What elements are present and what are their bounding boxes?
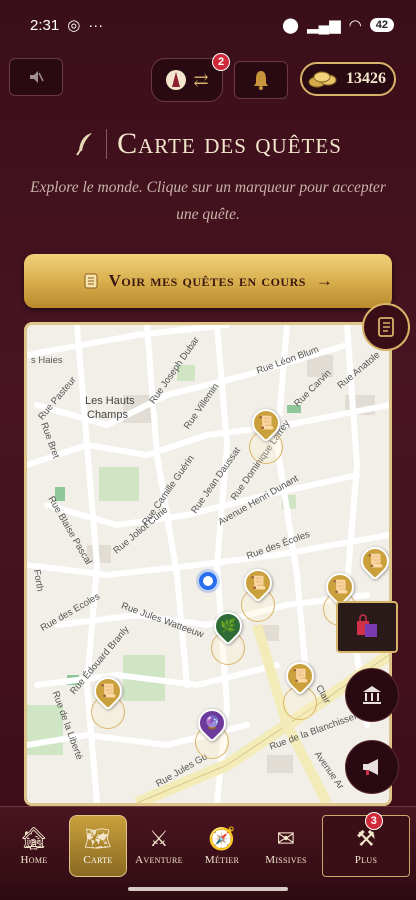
announcements-button[interactable] — [345, 740, 399, 794]
crossed-swords-icon: ⚔ — [148, 825, 170, 851]
nav-carte[interactable]: 🗺 Carte — [69, 815, 127, 877]
nav-home[interactable]: 🏚 Home — [6, 815, 62, 877]
page-header: Carte des quêtes — [0, 122, 416, 166]
swap-button[interactable]: ⇄ 2 — [151, 53, 230, 102]
map-label: Champs — [87, 409, 128, 421]
scroll-icon: 📜 — [99, 683, 117, 698]
book-icon — [378, 317, 394, 337]
house-icon: 🏚 — [19, 825, 49, 851]
status-time: 2:31 — [30, 16, 60, 34]
scroll-icon: 📜 — [249, 575, 267, 590]
bell-button[interactable] — [234, 61, 288, 99]
view-ongoing-quests-button[interactable]: Voir mes quêtes en cours → — [24, 254, 392, 308]
nav-metier[interactable]: 🧭 Métier — [192, 815, 252, 877]
quest-map[interactable]: s Haies Rue Pasteur Les Hauts Champs Rue… — [24, 322, 392, 806]
nav-label: Aventure — [135, 853, 183, 866]
megaphone-icon — [363, 759, 378, 775]
coins-icon — [308, 71, 337, 88]
nav-label: Plus — [354, 853, 378, 866]
status-bar: 2:31 ◎ ··· ⬤ ▂▄▆ ◠ 42 — [0, 0, 416, 50]
page-subtitle: Explore le monde. Clique sur un marqueur… — [30, 179, 386, 223]
bottom-nav: 🏚 Home 🗺 Carte ⚔ Aventure 🧭 Métier ✉ Mis… — [0, 806, 416, 900]
more-dots-icon: ··· — [88, 16, 104, 34]
nav-label: Métier — [204, 853, 240, 866]
top-bar: ⇄ 2 13426 — [0, 53, 416, 102]
battery-icon: 42 — [369, 18, 394, 32]
orb-icon: 🔮 — [203, 715, 221, 730]
leaf-icon: 🌿 — [219, 618, 237, 633]
scroll-icon: 📜 — [257, 415, 275, 430]
speaker-muted-icon — [30, 71, 44, 83]
swap-badge: 2 — [212, 53, 230, 71]
coin-count: 13426 — [346, 70, 386, 87]
quest-journal-button[interactable] — [362, 303, 410, 351]
location-icon: ⬤ — [282, 17, 299, 34]
compass-icon: 🧭 — [208, 825, 236, 851]
nav-label: Carte — [83, 853, 113, 866]
swap-icon: ⇄ — [193, 69, 209, 90]
cta-label: Voir mes quêtes en cours — [108, 271, 306, 290]
shop-button[interactable] — [336, 601, 398, 653]
nav-missives[interactable]: ✉ Missives — [256, 815, 316, 877]
whatsapp-icon: ◎ — [67, 17, 81, 34]
quill-icon — [76, 133, 93, 156]
map-label: Les Hauts — [85, 395, 135, 407]
scroll-icon — [84, 273, 98, 289]
bank-icon — [363, 686, 381, 704]
bank-button[interactable] — [345, 668, 399, 722]
map-icon: 🗺 — [83, 825, 113, 851]
character-icon — [166, 70, 187, 90]
map-label: s Haies — [31, 355, 63, 366]
nav-aventure[interactable]: ⚔ Aventure — [130, 815, 188, 877]
nav-plus[interactable]: ⚒ Plus 3 — [322, 812, 410, 877]
bell-icon — [254, 71, 268, 90]
title-divider — [106, 129, 108, 159]
scroll-icon: 📜 — [331, 579, 349, 594]
shopping-bags-icon — [357, 614, 377, 637]
nav-label: Home — [20, 853, 48, 866]
home-indicator — [128, 887, 288, 891]
user-location-marker — [199, 572, 217, 590]
tools-icon: ⚒ — [355, 825, 377, 851]
coin-balance[interactable]: 13426 — [300, 62, 396, 96]
scroll-icon: 📜 — [366, 553, 384, 568]
signal-icon: ▂▄▆ — [306, 17, 341, 34]
wifi-icon: ◠ — [348, 17, 362, 34]
scroll-icon: 📜 — [291, 668, 309, 683]
page-title: Carte des quêtes — [117, 127, 342, 160]
nav-label: Missives — [265, 853, 307, 866]
plus-badge: 3 — [365, 812, 383, 830]
envelope-icon: ✉ — [276, 825, 296, 851]
mute-button[interactable] — [9, 58, 63, 96]
arrow-right-icon: → — [315, 271, 334, 290]
